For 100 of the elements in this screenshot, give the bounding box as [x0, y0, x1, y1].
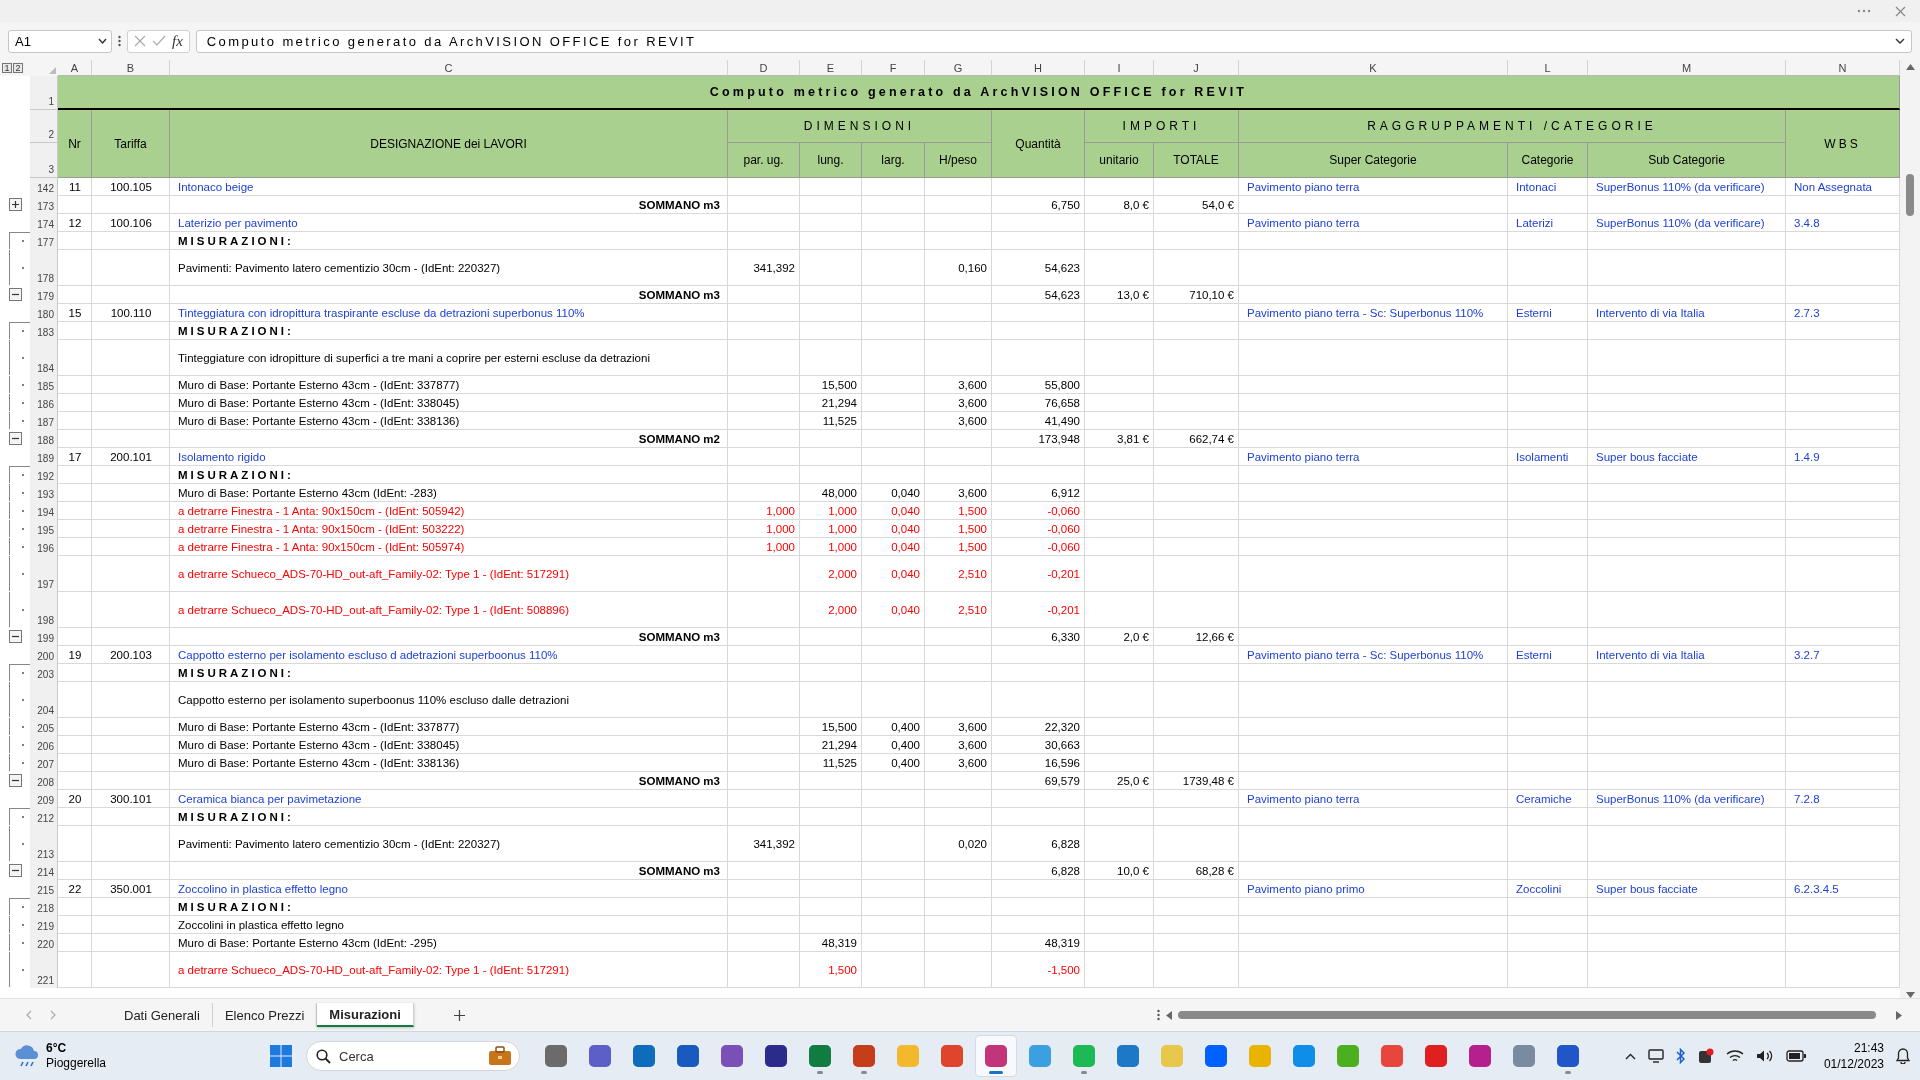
dimension-value: 0,040: [890, 485, 921, 501]
vertical-scrollbar[interactable]: [1900, 60, 1920, 998]
row-header[interactable]: 189: [30, 448, 58, 466]
collapse-button[interactable]: [9, 774, 22, 787]
row-header[interactable]: 196: [30, 538, 58, 556]
row-header[interactable]: 207: [30, 754, 58, 772]
wifi-icon[interactable]: [1725, 1049, 1744, 1063]
deduction-description: a detrarre Schueco_ADS-70-HD_out-aft_Family-02: Type 1 - (IdEnt: 517291): [177, 566, 570, 582]
row-header[interactable]: 197: [30, 556, 58, 592]
row-header[interactable]: 215: [30, 880, 58, 898]
more-icon[interactable]: [1857, 9, 1871, 13]
measurement-description: Muro di Base: Portante Esterno 43cm - (IdEnt: 338045): [177, 395, 461, 411]
notification-bell-icon[interactable]: [1896, 1048, 1910, 1064]
sub-category: Intervento di via Italia: [1595, 305, 1706, 321]
row-header[interactable]: 209: [30, 790, 58, 808]
row-header[interactable]: 2: [30, 110, 58, 143]
row-header[interactable]: 220: [30, 934, 58, 952]
row-header[interactable]: 179: [30, 286, 58, 304]
row-header[interactable]: 184: [30, 340, 58, 376]
monitor-icon[interactable]: [1647, 1049, 1664, 1063]
row-header[interactable]: 221: [30, 952, 58, 988]
row-header[interactable]: 219: [30, 916, 58, 934]
row-header[interactable]: 206: [30, 736, 58, 754]
quantity-value: 54,623: [1043, 287, 1081, 303]
scrollbar-thumb[interactable]: [1178, 1011, 1876, 1019]
quantity-value: 30,663: [1043, 737, 1081, 753]
row-header[interactable]: 3: [30, 143, 58, 178]
row-header[interactable]: 208: [30, 772, 58, 790]
clock-date[interactable]: 01/12/2023: [1823, 1056, 1884, 1072]
row-header[interactable]: 199: [30, 628, 58, 646]
row-header[interactable]: 212: [30, 808, 58, 826]
chevron-down-icon[interactable]: [1895, 38, 1905, 44]
scroll-down-arrow-icon[interactable]: [1905, 992, 1915, 998]
column-heading: Tariffa: [92, 110, 170, 178]
row-header[interactable]: 204: [30, 682, 58, 718]
row-header[interactable]: 1: [30, 76, 58, 110]
row-header[interactable]: 203: [30, 664, 58, 682]
scroll-up-arrow-icon[interactable]: [1905, 64, 1915, 70]
collapse-button[interactable]: [9, 630, 22, 643]
expand-button[interactable]: [9, 198, 22, 211]
chevron-up-icon[interactable]: [1624, 1052, 1636, 1060]
row-header[interactable]: 173: [30, 196, 58, 214]
sheet-tab[interactable]: Misurazioni: [317, 1003, 414, 1027]
row-header[interactable]: 205: [30, 718, 58, 736]
taskbar-button[interactable]: [976, 1036, 1016, 1076]
dimension-value: 11,525: [821, 755, 858, 771]
rain-cloud-icon[interactable]: [14, 1044, 40, 1068]
scroll-left-arrow-icon[interactable]: [1166, 1010, 1172, 1020]
category: Intonaci: [1515, 179, 1558, 195]
row-header[interactable]: 213: [30, 826, 58, 862]
checkmark-icon[interactable]: [152, 35, 166, 47]
formula-field[interactable]: Computo metrico generato da ArchVISION OFFICE for REVIT: [195, 29, 1912, 53]
row-header[interactable]: 193: [30, 484, 58, 502]
insert-function-button[interactable]: fx: [172, 32, 183, 50]
clock-time[interactable]: 21:43: [1853, 1040, 1884, 1056]
row-header[interactable]: 195: [30, 520, 58, 538]
dimension-value: 0,040: [890, 602, 921, 618]
outline-level-button[interactable]: 1: [2, 63, 12, 73]
speaker-icon[interactable]: [1755, 1049, 1774, 1063]
bluetooth-icon[interactable]: [1675, 1048, 1686, 1064]
row-header[interactable]: 187: [30, 412, 58, 430]
row-header[interactable]: 192: [30, 466, 58, 484]
scroll-right-arrow-icon[interactable]: [1896, 1010, 1902, 1020]
row-header[interactable]: 218: [30, 898, 58, 916]
unit-price: 13,0 €: [1116, 287, 1150, 303]
search-field[interactable]: Cerca: [306, 1041, 520, 1071]
row-header[interactable]: 186: [30, 394, 58, 412]
row-header[interactable]: 142: [30, 178, 58, 196]
row-header[interactable]: 194: [30, 502, 58, 520]
collapse-button[interactable]: [9, 864, 22, 877]
outline-level-button[interactable]: 2: [13, 63, 23, 73]
search-icon: [316, 1049, 331, 1064]
cancel-icon[interactable]: [134, 35, 146, 47]
row-header[interactable]: 177: [30, 232, 58, 250]
quantity-value: -0,060: [1046, 503, 1081, 519]
dimension-value: 48,319: [820, 935, 858, 951]
battery-icon[interactable]: [1785, 1050, 1806, 1062]
name-box[interactable]: A1: [8, 29, 112, 53]
row-header[interactable]: 200: [30, 646, 58, 664]
row-header[interactable]: 188: [30, 430, 58, 448]
row-header[interactable]: 185: [30, 376, 58, 394]
more-vertical-icon[interactable]: [1157, 1009, 1160, 1021]
row-header[interactable]: 214: [30, 862, 58, 880]
super-category: Pavimento piano terra - Sc: Superbonus 110%: [1246, 305, 1485, 321]
app-icon[interactable]: [1697, 1048, 1714, 1064]
row-header[interactable]: 183: [30, 322, 58, 340]
sum-label: SOMMANO m2: [637, 431, 721, 447]
dimension-value: 0,400: [890, 755, 921, 771]
quantity-value: -0,201: [1046, 602, 1081, 618]
row-header[interactable]: 178: [30, 250, 58, 286]
collapse-button[interactable]: [9, 288, 22, 301]
row-header[interactable]: 180: [30, 304, 58, 322]
column-heading: Quantità: [992, 110, 1085, 178]
sheet-tab[interactable]: Dati Generali: [112, 1003, 213, 1027]
scrollbar-thumb[interactable]: [1906, 174, 1914, 216]
row-header[interactable]: 174: [30, 214, 58, 232]
close-icon[interactable]: [1895, 5, 1906, 17]
collapse-button[interactable]: [9, 432, 22, 445]
row-header[interactable]: 198: [30, 592, 58, 628]
more-vertical-icon[interactable]: [118, 35, 121, 47]
